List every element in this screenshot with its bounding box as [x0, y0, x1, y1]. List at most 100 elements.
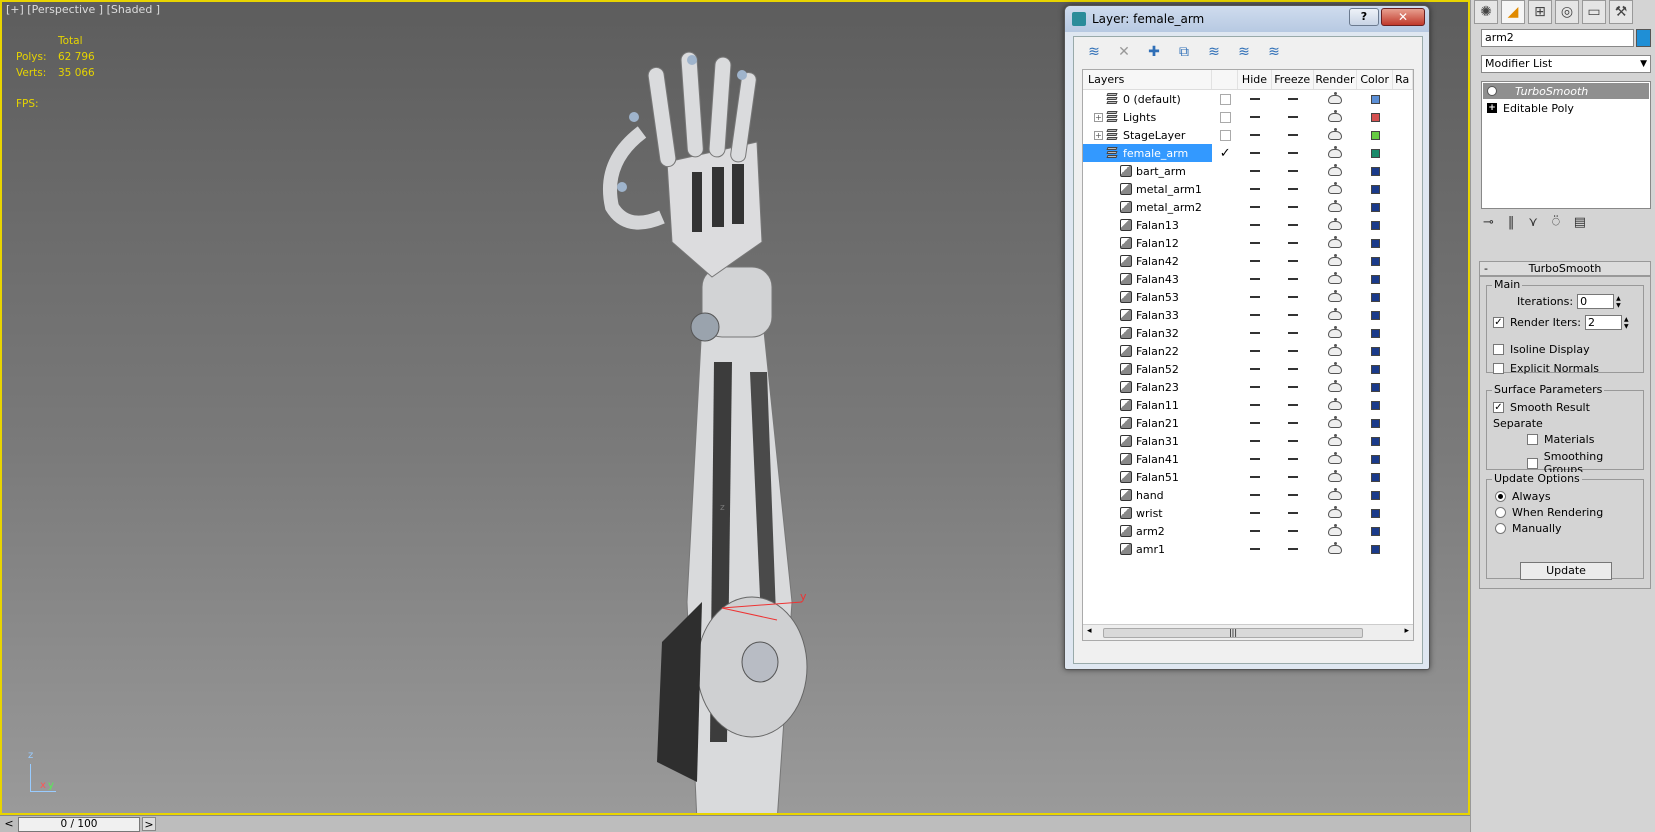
modifier-stack[interactable]: TurboSmooth + Editable Poly — [1481, 81, 1651, 209]
object-row[interactable]: Falan21 — [1083, 414, 1413, 432]
modifier-list-dropdown[interactable]: Modifier List ▼ — [1481, 55, 1651, 73]
hide-toggle[interactable] — [1238, 260, 1272, 262]
col-freeze[interactable]: Freeze — [1272, 70, 1314, 89]
color-swatch[interactable] — [1370, 112, 1380, 122]
color-swatch[interactable] — [1370, 238, 1380, 248]
spinner-arrows-icon[interactable]: ▲ ▼ — [1624, 316, 1632, 330]
row-name-cell[interactable]: Falan33 — [1083, 306, 1212, 324]
render-toggle[interactable] — [1314, 415, 1358, 428]
current-layer-checkbox[interactable] — [1219, 93, 1231, 105]
render-toggle[interactable] — [1314, 109, 1358, 122]
smooth-result-checkbox[interactable]: ✓ — [1493, 402, 1504, 413]
object-row[interactable]: Falan11 — [1083, 396, 1413, 414]
color-swatch[interactable] — [1370, 310, 1380, 320]
row-name-cell[interactable]: Falan21 — [1083, 414, 1212, 432]
color-swatch[interactable] — [1370, 364, 1380, 374]
stack-item-editable-poly[interactable]: + Editable Poly — [1483, 100, 1649, 116]
render-iters-spinner[interactable]: 2 — [1584, 315, 1622, 330]
color-cell[interactable] — [1357, 400, 1393, 410]
row-name-cell[interactable]: female_arm — [1083, 144, 1213, 162]
hide-toggle[interactable] — [1238, 224, 1272, 226]
color-swatch[interactable] — [1370, 184, 1380, 194]
manually-radio[interactable] — [1495, 523, 1506, 534]
make-unique-icon[interactable]: ⋎ — [1528, 215, 1538, 235]
col-current[interactable] — [1212, 70, 1239, 89]
hide-toggle[interactable] — [1238, 296, 1272, 298]
freeze-toggle[interactable] — [1272, 530, 1314, 532]
object-color-swatch[interactable] — [1636, 29, 1651, 47]
object-row[interactable]: Falan41 — [1083, 450, 1413, 468]
render-toggle[interactable] — [1314, 487, 1358, 500]
freeze-toggle[interactable] — [1272, 278, 1314, 280]
color-swatch[interactable] — [1370, 382, 1380, 392]
timeline-next-button[interactable]: > — [142, 817, 156, 831]
render-toggle[interactable] — [1314, 343, 1358, 356]
col-hide[interactable]: Hide — [1238, 70, 1272, 89]
color-cell[interactable] — [1357, 130, 1393, 140]
delete-layer-icon[interactable]: ✕ — [1112, 40, 1136, 64]
color-cell[interactable] — [1357, 292, 1393, 302]
object-row[interactable]: Falan33 — [1083, 306, 1413, 324]
render-toggle[interactable] — [1314, 163, 1358, 176]
color-swatch[interactable] — [1370, 454, 1380, 464]
row-name-cell[interactable]: Falan12 — [1083, 234, 1212, 252]
col-layers[interactable]: Layers — [1083, 70, 1213, 89]
hide-toggle[interactable] — [1238, 458, 1272, 460]
object-row[interactable]: metal_arm1 — [1083, 180, 1413, 198]
row-name-cell[interactable]: Falan31 — [1083, 432, 1212, 450]
hide-toggle[interactable] — [1238, 188, 1272, 190]
hide-toggle[interactable] — [1238, 368, 1272, 370]
horizontal-scrollbar[interactable]: ◂ ||| ▸ — [1083, 624, 1413, 640]
render-toggle[interactable] — [1314, 397, 1358, 410]
hide-toggle[interactable] — [1238, 494, 1272, 496]
render-toggle[interactable] — [1314, 181, 1358, 194]
check-icon[interactable]: ✓ — [1212, 146, 1238, 161]
row-name-cell[interactable]: Falan11 — [1083, 396, 1212, 414]
freeze-toggle[interactable] — [1272, 206, 1314, 208]
hide-toggle[interactable] — [1238, 422, 1272, 424]
materials-checkbox[interactable] — [1527, 434, 1538, 445]
color-cell[interactable] — [1357, 328, 1393, 338]
hide-toggle[interactable] — [1238, 512, 1272, 514]
color-cell[interactable] — [1357, 202, 1393, 212]
render-toggle[interactable] — [1314, 271, 1358, 284]
color-swatch[interactable] — [1370, 202, 1380, 212]
always-radio[interactable] — [1495, 491, 1506, 502]
color-swatch[interactable] — [1370, 436, 1380, 446]
layer-row[interactable]: 0 (default) — [1083, 90, 1413, 108]
expand-icon[interactable]: + — [1094, 130, 1103, 140]
col-color[interactable]: Color — [1357, 70, 1394, 89]
isoline-checkbox[interactable] — [1493, 344, 1504, 355]
current-layer-cell[interactable] — [1212, 129, 1238, 141]
hide-toggle[interactable] — [1238, 134, 1272, 136]
row-name-cell[interactable]: bart_arm — [1083, 162, 1212, 180]
color-swatch[interactable] — [1370, 508, 1380, 518]
color-swatch[interactable] — [1370, 292, 1380, 302]
current-layer-cell[interactable] — [1212, 93, 1238, 105]
motion-tab-icon[interactable]: ◎ — [1555, 0, 1579, 24]
object-row[interactable]: amr1 — [1083, 540, 1413, 558]
color-cell[interactable] — [1357, 148, 1393, 158]
render-toggle[interactable] — [1314, 523, 1358, 536]
create-tab-icon[interactable]: ✺ — [1474, 0, 1498, 24]
row-name-cell[interactable]: Falan53 — [1083, 288, 1212, 306]
hide-toggle[interactable] — [1238, 170, 1272, 172]
layer-window-titlebar[interactable]: Layer: female_arm ? ✕ — [1065, 6, 1429, 32]
hierarchy-tab-icon[interactable]: ⊞ — [1528, 0, 1552, 24]
freeze-toggle[interactable] — [1272, 314, 1314, 316]
layer-row[interactable]: + Lights — [1083, 108, 1413, 126]
highlight-layer-icon[interactable]: ≋ — [1202, 40, 1226, 64]
object-row[interactable]: arm2 — [1083, 522, 1413, 540]
freeze-toggle[interactable] — [1272, 224, 1314, 226]
color-cell[interactable] — [1357, 526, 1393, 536]
color-swatch[interactable] — [1370, 328, 1380, 338]
remove-modifier-icon[interactable]: ⍥ — [1552, 215, 1560, 235]
color-swatch[interactable] — [1370, 346, 1380, 356]
help-button[interactable]: ? — [1349, 8, 1379, 26]
render-toggle[interactable] — [1314, 145, 1358, 158]
color-cell[interactable] — [1357, 346, 1393, 356]
col-radiosity[interactable]: Ra — [1393, 70, 1413, 89]
color-cell[interactable] — [1357, 472, 1393, 482]
color-swatch[interactable] — [1370, 130, 1380, 140]
modify-tab-icon[interactable]: ◢ — [1501, 0, 1525, 24]
